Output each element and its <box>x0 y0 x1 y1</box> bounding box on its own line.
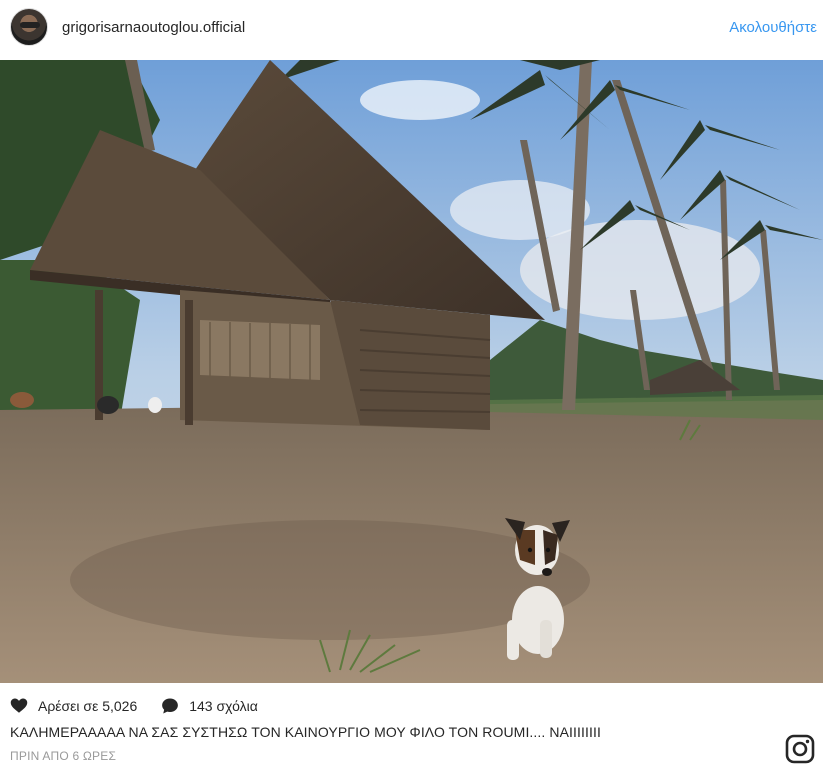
post-timestamp: ΠΡΙΝ ΑΠΟ 6 ΩΡΕΣ <box>10 749 117 763</box>
heart-icon[interactable] <box>10 697 28 715</box>
likes-count[interactable]: Αρέσει σε 5,026 <box>38 698 137 714</box>
post-caption: ΚΑΛΗΜΕΡΑΑΑΑΑ ΝΑ ΣΑΣ ΣΥΣΤΗΣΩ ΤΟΝ ΚΑΙΝΟΥΡΓ… <box>10 724 601 740</box>
post-photo[interactable] <box>0 60 823 683</box>
comment-bubble-icon[interactable] <box>161 697 179 715</box>
hut-and-puppy-photo <box>0 60 823 683</box>
follow-button[interactable]: Ακολουθήστε <box>729 19 817 36</box>
post-actions: Αρέσει σε 5,026 143 σχόλια <box>10 697 258 715</box>
comments-count[interactable]: 143 σχόλια <box>189 698 258 714</box>
username-link[interactable]: grigorisarnaoutoglou.official <box>62 19 245 36</box>
post-header: grigorisarnaoutoglou.official Ακολουθήστ… <box>0 0 823 60</box>
avatar[interactable] <box>10 8 48 46</box>
instagram-logo-icon[interactable] <box>785 734 815 764</box>
